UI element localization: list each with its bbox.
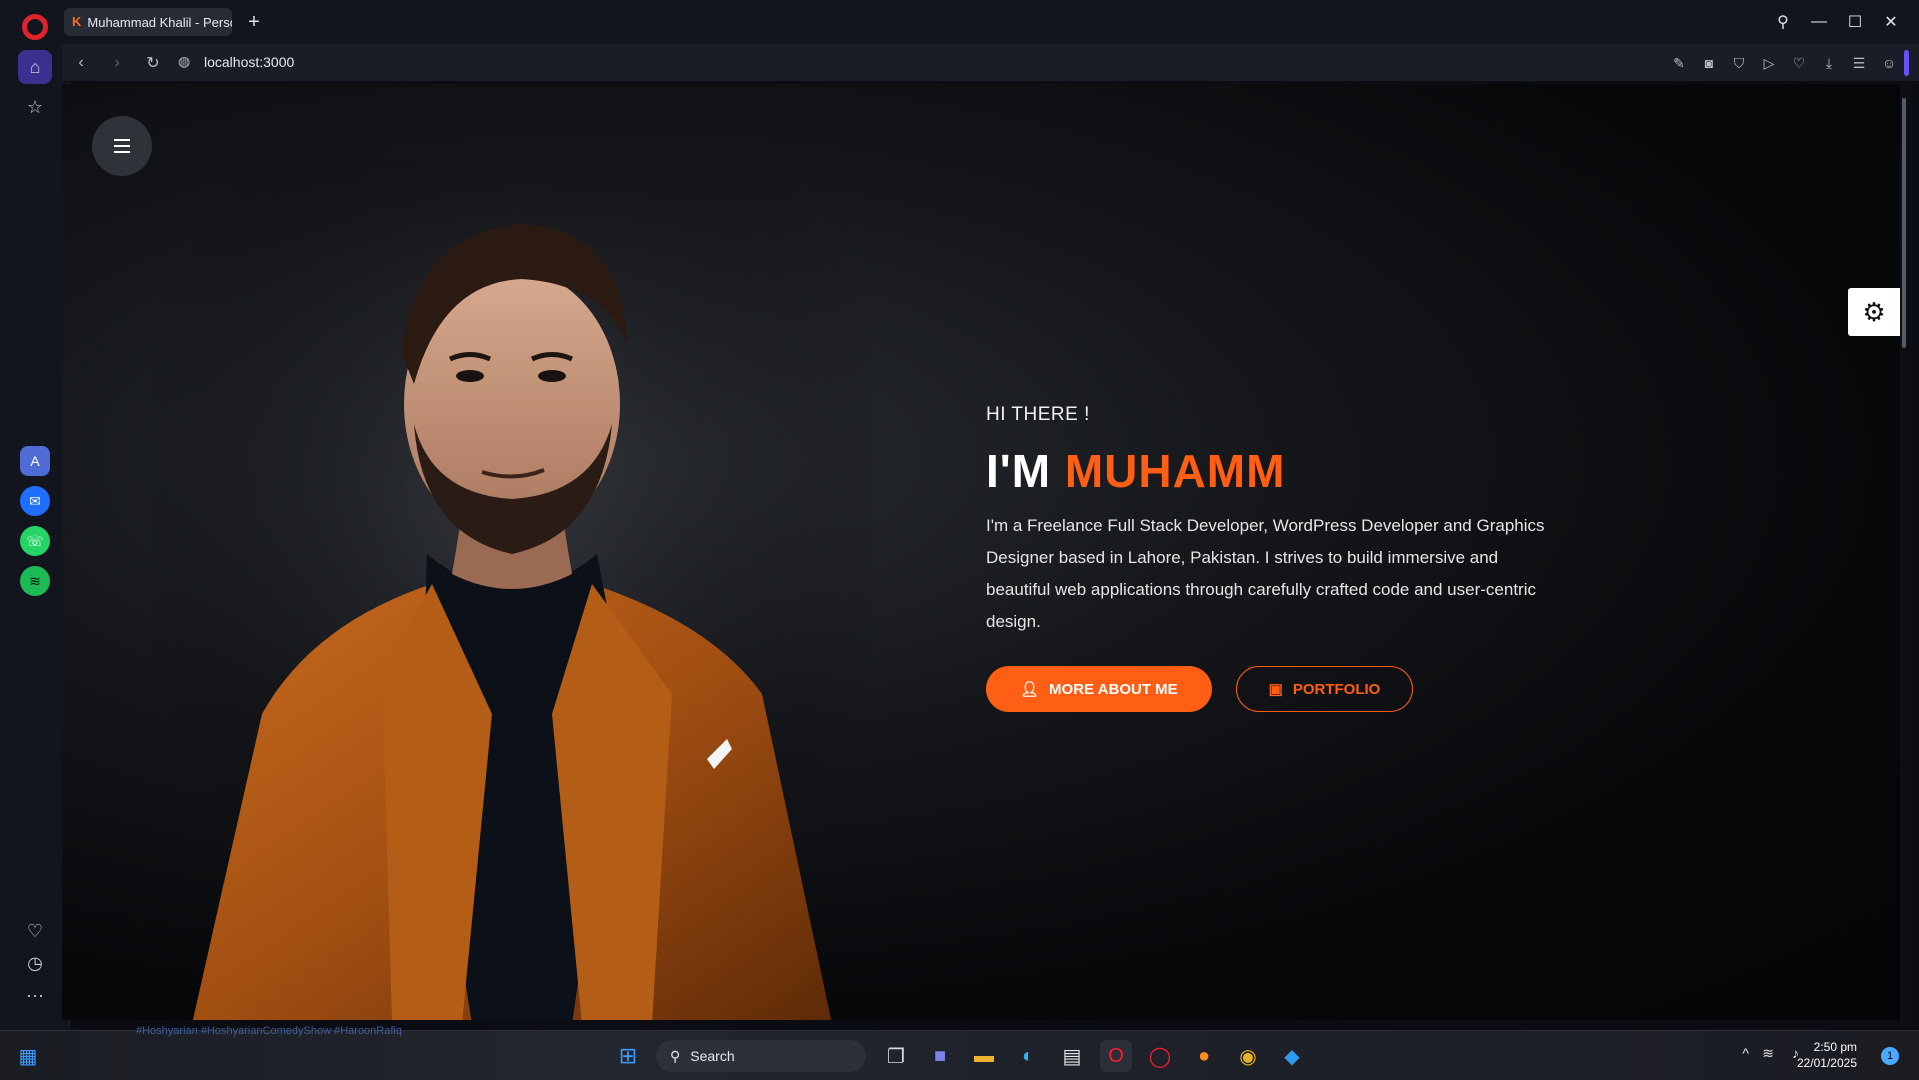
search-icon: ⚲ (670, 1047, 681, 1064)
more-about-me-button[interactable]: 👤︎ MORE ABOUT ME (986, 666, 1212, 712)
hero-description: I'm a Freelance Full Stack Developer, Wo… (986, 516, 1545, 631)
browser-sidebar: ⌂ ☆ A ✉ ☏ ≋ ♡ ◷ ··· (0, 0, 70, 1030)
whatsapp-icon[interactable]: ☏ (20, 526, 50, 556)
new-tab-plus-icon[interactable]: + (242, 10, 266, 34)
ms-store-icon[interactable]: ▤ (1056, 1040, 1088, 1072)
more-about-me-label: MORE ABOUT ME (1049, 680, 1178, 698)
pinboards-heart-icon[interactable]: ♡ (18, 914, 52, 948)
address-bar: ‹ › ↻ ◍ localhost:3000 ✎ ◙ ⛉ ▷ ♡ ⤓ ☰ ☺ (62, 44, 1919, 82)
menu-line (114, 145, 130, 147)
speed-dial-icon[interactable]: ☆ (18, 90, 52, 124)
menu-line (114, 139, 130, 141)
tab-search-icon[interactable]: ⚲ (1765, 8, 1801, 36)
hero-section: HI THERE ! I'M MUHAMM I'm a Freelance Fu… (986, 404, 1546, 712)
profile-icon[interactable]: ☺ (1877, 52, 1901, 74)
windows-start-icon[interactable]: ⊞ (612, 1040, 644, 1072)
widget-ticker: #Hoshyarian #HoshyarianComedyShow #Haroo… (136, 1025, 402, 1037)
opera-taskbar-icon[interactable]: O (1100, 1040, 1132, 1072)
menu-toggle-button[interactable] (92, 116, 152, 176)
sidebar-accent-bar (1904, 50, 1909, 76)
tab-title: Muhammad Khalil - Personal (87, 14, 232, 30)
windows-taskbar: #Hoshyarian #HoshyarianComedyShow #Haroo… (0, 1025, 1919, 1080)
tray-overflow-chevron-icon[interactable]: ^ (1742, 1045, 1749, 1061)
edit-icon[interactable]: ✎ (1667, 52, 1691, 74)
page-scrollbar[interactable] (1900, 84, 1908, 1020)
search-label: Search (690, 1048, 735, 1064)
menu-line (114, 151, 130, 153)
chrome-icon[interactable]: ◉ (1232, 1040, 1264, 1072)
tab-strip: K Muhammad Khalil - Personal + ⚲ — ☐ ✕ (62, 0, 1919, 44)
reload-icon[interactable]: ↻ (140, 51, 166, 75)
close-icon[interactable]: ✕ (1873, 8, 1909, 36)
site-favicon-icon: K (72, 14, 82, 29)
hero-greeting: HI THERE ! (986, 404, 1090, 425)
page-viewport: HI THERE ! I'M MUHAMM I'm a Freelance Fu… (62, 84, 1908, 1020)
theme-settings-gear-icon[interactable]: ⚙ (1848, 288, 1900, 336)
user-icon: 👤︎ (1020, 681, 1040, 698)
messenger-icon[interactable]: ✉ (20, 486, 50, 516)
minimize-icon[interactable]: — (1801, 8, 1837, 36)
back-arrow-icon[interactable]: ‹ (68, 51, 94, 75)
taskbar-search-box[interactable]: ⚲ Search (656, 1040, 866, 1072)
file-explorer-icon[interactable]: ▬ (968, 1040, 1000, 1072)
spotify-icon[interactable]: ≋ (20, 566, 50, 596)
hero-title: I'M MUHAMM (986, 444, 1546, 498)
maximize-icon[interactable]: ☐ (1837, 8, 1873, 36)
aria-icon[interactable]: A (20, 446, 50, 476)
url-field[interactable]: localhost:3000 (204, 54, 294, 70)
opera-gx-icon[interactable]: ◯ (1144, 1040, 1176, 1072)
task-view-icon[interactable]: ❐ (880, 1040, 912, 1072)
widgets-icon[interactable]: ▦ (12, 1040, 44, 1072)
home-icon[interactable]: ⌂ (18, 50, 52, 84)
favorites-heart-icon[interactable]: ♡ (1787, 52, 1811, 74)
scrollbar-thumb[interactable] (1902, 98, 1906, 348)
clock-date: 22/01/2025 (1796, 1056, 1857, 1070)
briefcase-icon: ▣ (1268, 681, 1283, 698)
download-icon[interactable]: ⤓ (1817, 52, 1841, 74)
player-play-icon[interactable]: ▷ (1757, 52, 1781, 74)
easy-setup-icon[interactable]: ☰ (1847, 52, 1871, 74)
profile-portrait (152, 154, 872, 1020)
portfolio-button[interactable]: ▣ PORTFOLIO (1235, 666, 1414, 712)
forward-arrow-icon[interactable]: › (104, 51, 130, 75)
wifi-icon[interactable]: ≋ (1762, 1045, 1774, 1062)
vscode-icon[interactable]: ◆ (1276, 1040, 1308, 1072)
site-info-globe-icon[interactable]: ◍ (178, 53, 196, 71)
shield-icon[interactable]: ⛉ (1727, 52, 1751, 74)
notification-badge[interactable]: 1 (1881, 1047, 1899, 1065)
hero-title-name: MUHAMM (1064, 445, 1286, 497)
hero-title-prefix: I'M (986, 445, 1052, 497)
taskbar-clock[interactable]: 2:50 pm 22/01/2025 (1797, 1039, 1857, 1071)
opera-logo-icon[interactable] (22, 14, 48, 40)
clock-time: 2:50 pm (1813, 1040, 1857, 1054)
firefox-icon[interactable]: ● (1188, 1040, 1220, 1072)
snapshot-camera-icon[interactable]: ◙ (1697, 52, 1721, 74)
portfolio-label: PORTFOLIO (1292, 680, 1381, 698)
history-clock-icon[interactable]: ◷ (18, 946, 52, 980)
teams-chat-icon[interactable]: ■ (924, 1040, 956, 1072)
more-options-icon[interactable]: ··· (18, 978, 52, 1012)
active-tab[interactable]: K Muhammad Khalil - Personal (64, 8, 232, 36)
hero-actions: 👤︎ MORE ABOUT ME ▣ PORTFOLIO (986, 666, 1546, 712)
edge-icon[interactable]: ◐ (1012, 1040, 1044, 1072)
